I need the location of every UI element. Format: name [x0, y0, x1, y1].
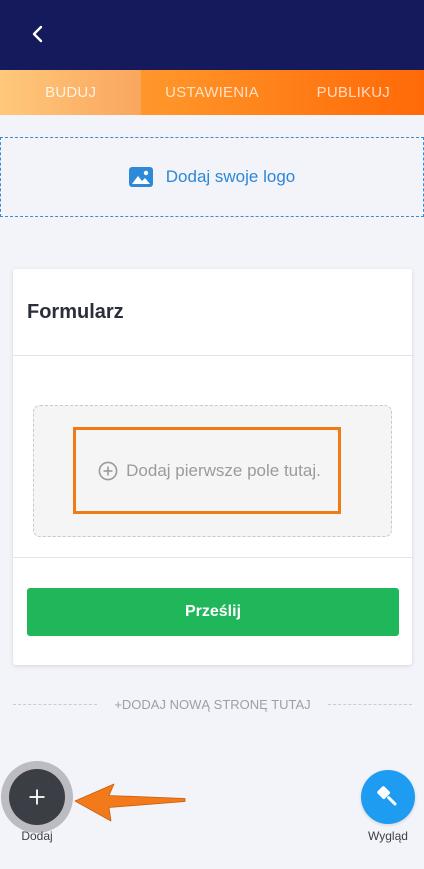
appearance-fab-label: Wygląd — [368, 829, 408, 843]
add-fab[interactable] — [9, 769, 65, 825]
add-logo-button[interactable]: Dodaj swoje logo — [0, 137, 424, 217]
add-fab-label: Dodaj — [21, 829, 53, 843]
chevron-left-icon — [32, 25, 43, 43]
app-header — [0, 0, 424, 70]
add-page-separator: +DODAJ NOWĄ STRONĘ TUTAJ — [13, 694, 412, 714]
tab-settings[interactable]: USTAWIENIA — [141, 70, 282, 115]
submit-button[interactable]: Prześlij — [27, 588, 399, 636]
paint-brush-icon — [377, 786, 397, 806]
arrow-annotation — [74, 783, 186, 822]
empty-field-placeholder[interactable]: Dodaj pierwsze pole tutaj. — [33, 405, 392, 537]
appearance-fab[interactable] — [361, 770, 415, 824]
divider — [13, 355, 412, 356]
form-card: Formularz Dodaj pierwsze pole tutaj. Prz… — [13, 269, 412, 665]
add-page-button[interactable]: +DODAJ NOWĄ STRONĘ TUTAJ — [97, 697, 327, 712]
tab-build[interactable]: BUDUJ — [0, 70, 142, 115]
dashed-divider — [13, 703, 98, 705]
tab-publish[interactable]: PUBLIKUJ — [283, 70, 424, 115]
form-title[interactable]: Formularz — [27, 269, 124, 355]
back-button[interactable] — [24, 20, 52, 48]
plus-icon — [29, 789, 45, 805]
add-logo-label: Dodaj swoje logo — [165, 167, 296, 186]
empty-field-label: Dodaj pierwsze pole tutaj. — [126, 461, 321, 480]
divider — [13, 557, 412, 558]
plus-circle-icon — [98, 461, 118, 481]
tab-bar: BUDUJ USTAWIENIA PUBLIKUJ — [0, 70, 424, 115]
image-icon — [128, 167, 153, 187]
dashed-divider — [327, 703, 412, 705]
